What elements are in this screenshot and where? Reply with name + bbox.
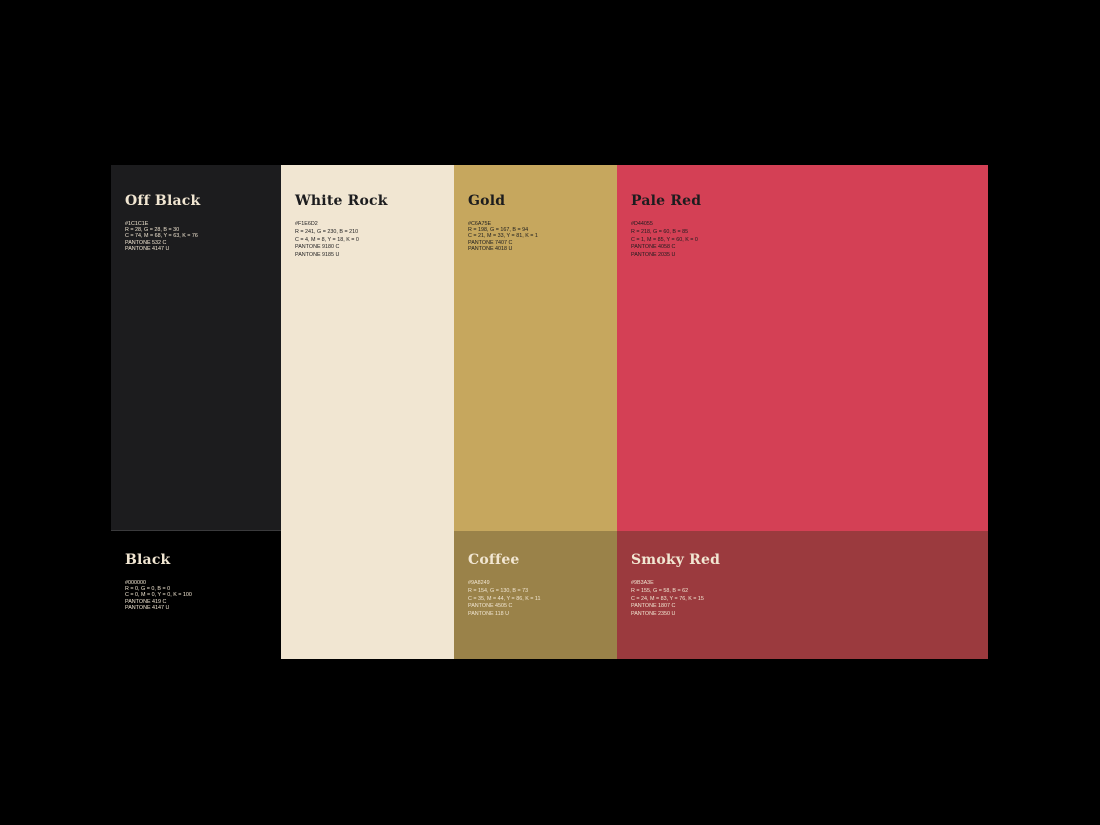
swatch-pale-red: Pale Red #D44055 R = 218, G = 60, B = 85… — [617, 165, 988, 531]
swatch-specs: #F1E6D2 R = 241, G = 230, B = 210 C = 4,… — [295, 221, 359, 260]
swatch-name: Smoky Red — [631, 552, 721, 568]
hex-value: #F1E6D2 — [295, 221, 318, 227]
swatch-coffee: Coffee #9A8249 R = 154, G = 130, B = 73 … — [454, 531, 617, 659]
swatch-specs: #9B3A3E R = 155, G = 58, B = 62 C = 24, … — [631, 580, 704, 619]
swatch-white-rock: White Rock #F1E6D2 R = 241, G = 230, B =… — [281, 165, 454, 659]
pantone-c-value: PANTONE 1807 C — [631, 603, 676, 610]
page: { "swatches": { "off_black": { "name": "… — [0, 0, 1100, 825]
swatch-black: Black #000000 R = 0, G = 0, B = 0 C = 0,… — [111, 531, 281, 659]
pantone-c-value: PANTONE 4505 C — [468, 603, 513, 610]
swatch-name: White Rock — [295, 193, 388, 209]
pantone-u-value: PANTONE 2035 U — [631, 252, 676, 259]
swatch-specs: #9A8249 R = 154, G = 130, B = 73 C = 35,… — [468, 580, 541, 619]
swatch-off-black: Off Black #1C1C1E R = 28, G = 28, B = 30… — [111, 165, 281, 531]
pantone-u-value: PANTONE 2350 U — [631, 611, 676, 618]
pantone-c-value: PANTONE 4058 C — [631, 244, 676, 251]
cmyk-value: C = 4, M = 8, Y = 18, K = 0 — [295, 236, 359, 243]
swatch-gold: Gold #C6A75E R = 198, G = 167, B = 94 C … — [454, 165, 617, 531]
swatch-smoky-red: Smoky Red #9B3A3E R = 155, G = 58, B = 6… — [617, 531, 988, 659]
swatch-specs: #C6A75E R = 198, G = 167, B = 94 C = 21,… — [468, 221, 538, 252]
cmyk-value: C = 1, M = 85, Y = 60, K = 0 — [631, 236, 698, 243]
swatch-specs: #1C1C1E R = 28, G = 28, B = 30 C = 74, M… — [125, 221, 198, 252]
pantone-u-value: PANTONE 4018 U — [468, 245, 513, 252]
swatch-specs: #000000 R = 0, G = 0, B = 0 C = 0, M = 0… — [125, 580, 192, 611]
cmyk-value: C = 74, M = 68, Y = 63, K = 76 — [125, 233, 198, 240]
pantone-u-value: PANTONE 118 U — [468, 611, 510, 618]
pantone-u-value: PANTONE 4147 U — [125, 245, 170, 252]
cmyk-value: C = 24, M = 83, Y = 76, K = 15 — [631, 595, 704, 602]
pantone-c-value: PANTONE 9180 C — [295, 244, 340, 251]
rgb-value: R = 155, G = 58, B = 62 — [631, 587, 689, 594]
hex-value: #D44055 — [631, 221, 653, 227]
hex-value: #9A8249 — [468, 580, 490, 586]
swatch-specs: #D44055 R = 218, G = 60, B = 85 C = 1, M… — [631, 221, 698, 260]
swatch-name: Black — [125, 552, 171, 568]
rgb-value: R = 218, G = 60, B = 85 — [631, 228, 689, 235]
cmyk-value: C = 0, M = 0, Y = 0, K = 100 — [125, 592, 192, 599]
rgb-value: R = 241, G = 230, B = 210 — [295, 228, 359, 235]
hex-value: #9B3A3E — [631, 580, 654, 586]
cmyk-value: C = 21, M = 33, Y = 81, K = 1 — [468, 233, 538, 240]
swatch-name: Off Black — [125, 193, 201, 209]
pantone-u-value: PANTONE 4147 U — [125, 604, 170, 611]
swatch-name: Pale Red — [631, 193, 702, 209]
pantone-u-value: PANTONE 9185 U — [295, 252, 340, 259]
cmyk-value: C = 35, M = 44, Y = 86, K = 11 — [468, 595, 541, 602]
swatch-name: Gold — [468, 193, 506, 209]
rgb-value: R = 154, G = 130, B = 73 — [468, 587, 529, 594]
swatch-name: Coffee — [468, 552, 520, 568]
color-palette-board: Off Black #1C1C1E R = 28, G = 28, B = 30… — [111, 165, 988, 659]
